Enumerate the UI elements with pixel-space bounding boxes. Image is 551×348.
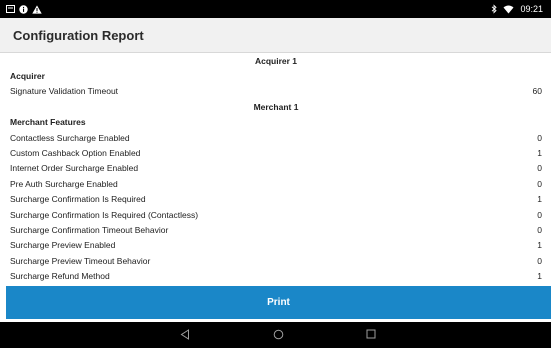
list-item: Surcharge Preview Enabled 1 xyxy=(0,238,551,253)
item-value: 60 xyxy=(532,86,542,97)
item-value: 0 xyxy=(537,209,542,220)
list-item: Surcharge Preview Timeout Behavior 0 xyxy=(0,253,551,268)
section-title: Acquirer 1 xyxy=(254,55,298,66)
item-label: Internet Order Surcharge Enabled xyxy=(10,163,139,174)
item-value: 1 xyxy=(537,148,542,159)
item-label: Contactless Surcharge Enabled xyxy=(10,132,130,143)
list-item: Custom Cashback Option Enabled 1 xyxy=(0,145,551,160)
item-value: 0 xyxy=(537,132,542,143)
item-value: 1 xyxy=(537,240,542,251)
item-label: Pre Auth Surcharge Enabled xyxy=(10,178,118,189)
report-list[interactable]: Acquirer 1 Acquirer Signature Validation… xyxy=(0,53,551,285)
item-label: Surcharge Refund Method xyxy=(10,271,110,282)
status-bar: 09:21 xyxy=(0,0,551,18)
item-label: Surcharge Preview Timeout Behavior xyxy=(10,255,151,266)
clock: 09:21 xyxy=(520,4,543,14)
item-label: Custom Cashback Option Enabled xyxy=(10,148,141,159)
list-item: Surcharge Refund Method 1 xyxy=(0,268,551,283)
bluetooth-icon xyxy=(491,4,498,14)
notification-icons xyxy=(0,4,42,14)
print-button-label: Print xyxy=(267,297,290,308)
list-item: Surcharge Confirmation Is Required (Cont… xyxy=(0,207,551,222)
system-status: 09:21 xyxy=(491,4,551,14)
item-label: Surcharge Preview Enabled xyxy=(10,240,116,251)
list-item: Internet Order Surcharge Enabled 0 xyxy=(0,161,551,176)
item-label: Surcharge Confirmation Is Required (Cont… xyxy=(10,209,199,220)
home-icon[interactable] xyxy=(273,329,284,340)
list-item: Surcharge Confirmation Timeout Behavior … xyxy=(0,222,551,237)
list-item: Pre Auth Surcharge Enabled 0 xyxy=(0,176,551,191)
info-icon xyxy=(19,4,28,14)
item-value: 0 xyxy=(537,255,542,266)
page-title: Configuration Report xyxy=(13,27,144,43)
item-value: 0 xyxy=(537,163,542,174)
app-bar: Configuration Report xyxy=(0,18,551,53)
item-label: Surcharge Confirmation Timeout Behavior xyxy=(10,224,169,235)
list-item: Signature Validation Timeout 60 xyxy=(0,84,551,99)
navigation-bar xyxy=(0,322,551,348)
recents-icon[interactable] xyxy=(366,329,376,339)
item-value: 0 xyxy=(537,224,542,235)
message-icon xyxy=(6,5,15,13)
item-value: 1 xyxy=(537,194,542,205)
list-item: Contactless Surcharge Enabled 0 xyxy=(0,130,551,145)
item-label: Signature Validation Timeout xyxy=(10,86,119,97)
item-value: 1 xyxy=(537,271,542,282)
item-label: Surcharge Confirmation Is Required xyxy=(10,194,146,205)
section-title: Merchant 1 xyxy=(253,101,299,112)
subsection-label: Merchant Features xyxy=(10,117,86,128)
subsection-heading-merchant-features: Merchant Features xyxy=(0,115,551,130)
section-header-acquirer: Acquirer 1 xyxy=(0,53,551,68)
back-icon[interactable] xyxy=(180,329,190,340)
warning-icon xyxy=(32,4,42,14)
wifi-icon xyxy=(503,5,514,14)
subsection-label: Acquirer xyxy=(10,71,45,82)
item-value: 0 xyxy=(537,178,542,189)
print-button[interactable]: Print xyxy=(6,286,551,319)
list-item: Surcharge Confirmation Is Required 1 xyxy=(0,192,551,207)
section-header-merchant: Merchant 1 xyxy=(0,99,551,114)
subsection-heading-acquirer: Acquirer xyxy=(0,68,551,83)
